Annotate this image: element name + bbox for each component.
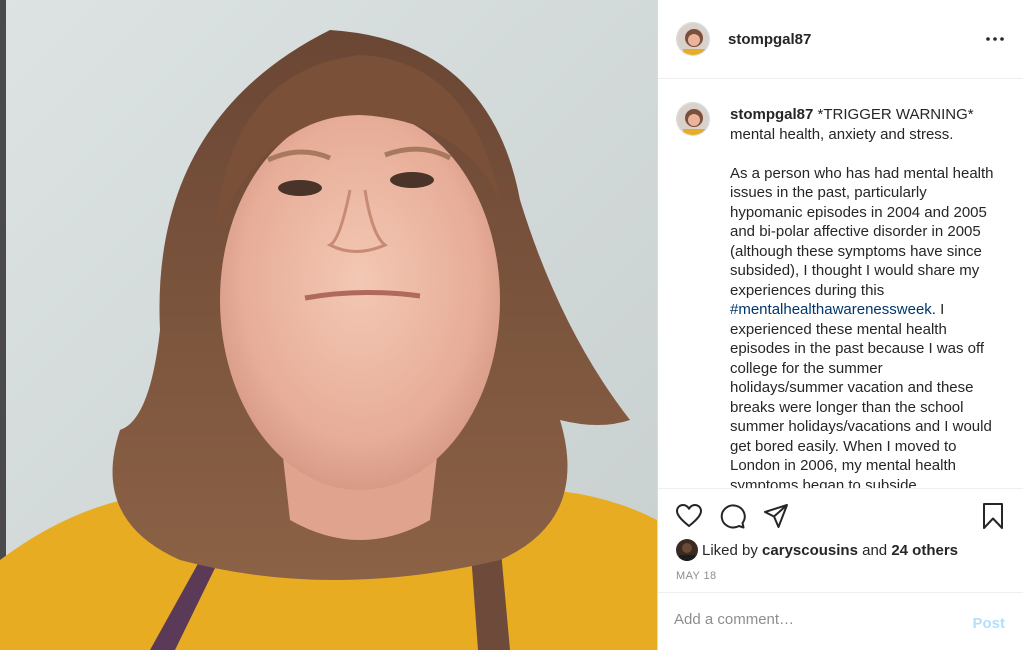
comment-input[interactable] <box>674 611 944 628</box>
post-date: MAY 18 <box>676 570 717 582</box>
likes-prefix: Liked by <box>702 541 758 559</box>
caption-scroll-area[interactable]: stompgal87 *TRIGGER WARNING* mental heal… <box>658 80 1023 488</box>
caption-body: As a person who has had mental health is… <box>730 164 994 299</box>
likes-others-link[interactable]: 24 others <box>891 542 958 559</box>
share-icon[interactable] <box>762 502 790 530</box>
heart-icon[interactable] <box>675 502 703 530</box>
caption-body-continued: . I experienced these mental health epis… <box>730 301 992 488</box>
likes-summary: Liked by caryscousins and 24 others <box>676 539 958 561</box>
avatar-image <box>677 103 709 135</box>
comment-icon[interactable] <box>718 502 746 530</box>
post-actions: Liked by caryscousins and 24 others MAY … <box>658 488 1023 592</box>
caption-username[interactable]: stompgal87 <box>730 106 813 123</box>
post-side-panel: stompgal87 stompgal87 *TRIGGER WARNING* … <box>657 0 1023 650</box>
post-comment-button[interactable]: Post <box>972 615 1005 632</box>
caption-text: stompgal87 *TRIGGER WARNING* mental heal… <box>730 105 1000 488</box>
hashtag-link[interactable]: #mentalhealthawarenessweek <box>730 301 932 318</box>
liker-avatar-image <box>676 539 698 561</box>
post-username[interactable]: stompgal87 <box>728 31 811 48</box>
liker-avatar[interactable] <box>676 539 698 561</box>
avatar-image <box>677 23 709 55</box>
liker-username[interactable]: caryscousins <box>762 542 858 559</box>
bookmark-icon[interactable] <box>979 502 1007 530</box>
likes-middle: and <box>862 541 888 559</box>
avatar[interactable] <box>676 22 710 56</box>
post-photo[interactable] <box>0 0 657 650</box>
caption-avatar[interactable] <box>676 102 710 136</box>
comment-bar: Post <box>658 592 1023 650</box>
more-options-icon[interactable] <box>983 31 1007 47</box>
selfie-image <box>0 0 657 650</box>
post-header: stompgal87 <box>658 0 1023 79</box>
